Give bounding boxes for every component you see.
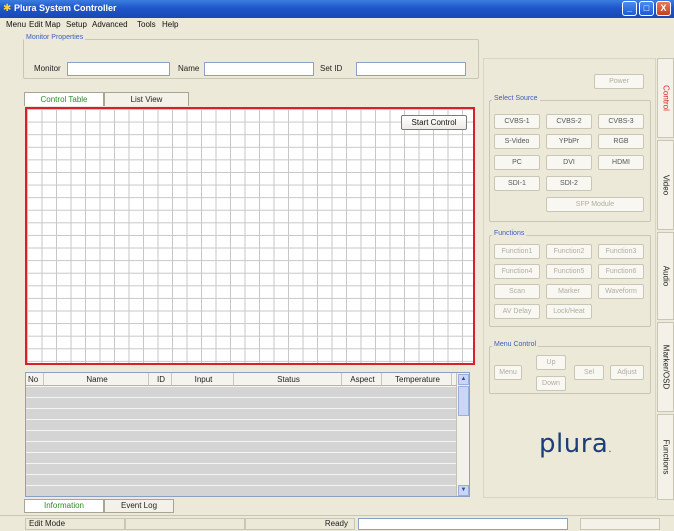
- col-input[interactable]: Input: [172, 373, 234, 386]
- set-id-label: Set ID: [320, 64, 343, 73]
- menu-button[interactable]: Menu: [494, 365, 522, 380]
- tab-information[interactable]: Information: [24, 499, 104, 513]
- col-name[interactable]: Name: [44, 373, 149, 386]
- av-delay-button[interactable]: AV Delay: [494, 304, 540, 319]
- col-no[interactable]: No: [26, 373, 44, 386]
- app-icon: ✱: [3, 3, 12, 14]
- menu-item-setup[interactable]: Setup: [66, 20, 87, 29]
- scroll-down-icon[interactable]: ▼: [458, 485, 469, 496]
- source-hdmi-button[interactable]: HDMI: [598, 155, 644, 170]
- menu-item-menu[interactable]: Menu: [6, 20, 26, 29]
- menu-bar: Menu Edit Map Setup Advanced Tools Help: [0, 18, 674, 33]
- scroll-thumb[interactable]: [458, 386, 469, 416]
- tab-list-view[interactable]: List View: [104, 92, 189, 106]
- source-s-video-button[interactable]: S-Video: [494, 134, 540, 149]
- set-id-field[interactable]: [356, 62, 466, 76]
- status-progress-field: [358, 518, 568, 530]
- scan-button[interactable]: Scan: [494, 284, 540, 299]
- side-tab-video[interactable]: Video: [657, 140, 674, 230]
- minimize-button[interactable]: _: [622, 1, 637, 16]
- monitor-properties-label: Monitor Properties: [24, 34, 86, 41]
- status-bar: Edit Mode Ready: [0, 515, 674, 531]
- source-cvbs-3-button[interactable]: CVBS-3: [598, 114, 644, 129]
- function6-button[interactable]: Function6: [598, 264, 644, 279]
- function5-button[interactable]: Function5: [546, 264, 592, 279]
- source-cvbs-2-button[interactable]: CVBS-2: [546, 114, 592, 129]
- source-ypbpr-button[interactable]: YPbPr: [546, 134, 592, 149]
- source-sdi-1-button[interactable]: SDI-1: [494, 176, 540, 191]
- source-sdi-2-button[interactable]: SDI-2: [546, 176, 592, 191]
- side-tab-control[interactable]: Control: [657, 58, 674, 138]
- start-control-button[interactable]: Start Control: [401, 115, 467, 130]
- info-table-rows: [26, 386, 458, 496]
- col-temperature[interactable]: Temperature: [382, 373, 452, 386]
- close-button[interactable]: X: [656, 1, 671, 16]
- sel-button[interactable]: Sel: [574, 365, 604, 380]
- col-status[interactable]: Status: [234, 373, 342, 386]
- side-tab-functions[interactable]: Functions: [657, 414, 674, 500]
- info-table-header: No Name ID Input Status Aspect Temperatu…: [26, 373, 458, 386]
- menu-item-advanced[interactable]: Advanced: [92, 20, 128, 29]
- tab-event-log[interactable]: Event Log: [104, 499, 174, 513]
- function3-button[interactable]: Function3: [598, 244, 644, 259]
- plura-logo: plura.: [539, 429, 613, 459]
- status-indicator: [580, 518, 660, 530]
- col-id[interactable]: ID: [149, 373, 172, 386]
- menu-item-help[interactable]: Help: [162, 20, 178, 29]
- name-field[interactable]: [204, 62, 314, 76]
- status-empty-cell: [125, 518, 245, 530]
- info-table: No Name ID Input Status Aspect Temperatu…: [25, 372, 470, 497]
- title-bar: ✱ Plura System Controller _ □ X: [0, 0, 674, 18]
- adjust-button[interactable]: Adjust: [610, 365, 644, 380]
- control-table-grid[interactable]: Start Control: [25, 107, 475, 365]
- select-source-label: Select Source: [492, 95, 540, 102]
- tab-control-table[interactable]: Control Table: [24, 92, 104, 106]
- marker-button[interactable]: Marker: [546, 284, 592, 299]
- side-tab-marker-osd[interactable]: Marker/OSD: [657, 322, 674, 412]
- name-label: Name: [178, 64, 200, 73]
- menu-item-edit-map[interactable]: Edit Map: [29, 20, 61, 29]
- monitor-label: Monitor: [34, 64, 61, 73]
- lock-heat-button[interactable]: Lock/Heat: [546, 304, 592, 319]
- waveform-button[interactable]: Waveform: [598, 284, 644, 299]
- scroll-up-icon[interactable]: ▲: [458, 374, 469, 385]
- up-button[interactable]: Up: [536, 355, 566, 370]
- info-table-scrollbar[interactable]: ▲ ▼: [456, 373, 469, 496]
- source-dvi-button[interactable]: DVI: [546, 155, 592, 170]
- functions-label: Functions: [492, 230, 527, 237]
- power-button[interactable]: Power: [594, 74, 644, 89]
- down-button[interactable]: Down: [536, 376, 566, 391]
- source-cvbs-1-button[interactable]: CVBS-1: [494, 114, 540, 129]
- right-control-panel: Power Select Source CVBS-1 CVBS-2 CVBS-3…: [483, 58, 656, 498]
- function2-button[interactable]: Function2: [546, 244, 592, 259]
- source-pc-button[interactable]: PC: [494, 155, 540, 170]
- window-title: Plura System Controller: [14, 3, 117, 13]
- function4-button[interactable]: Function4: [494, 264, 540, 279]
- monitor-field[interactable]: [67, 62, 170, 76]
- side-tab-audio[interactable]: Audio: [657, 232, 674, 320]
- sfp-module-button[interactable]: SFP Module: [546, 197, 644, 212]
- col-aspect[interactable]: Aspect: [342, 373, 382, 386]
- menu-control-label: Menu Control: [492, 341, 539, 348]
- status-mode: Edit Mode: [25, 518, 125, 530]
- source-rgb-button[interactable]: RGB: [598, 134, 644, 149]
- maximize-button[interactable]: □: [639, 1, 654, 16]
- menu-item-tools[interactable]: Tools: [137, 20, 156, 29]
- status-ready: Ready: [245, 518, 355, 530]
- function1-button[interactable]: Function1: [494, 244, 540, 259]
